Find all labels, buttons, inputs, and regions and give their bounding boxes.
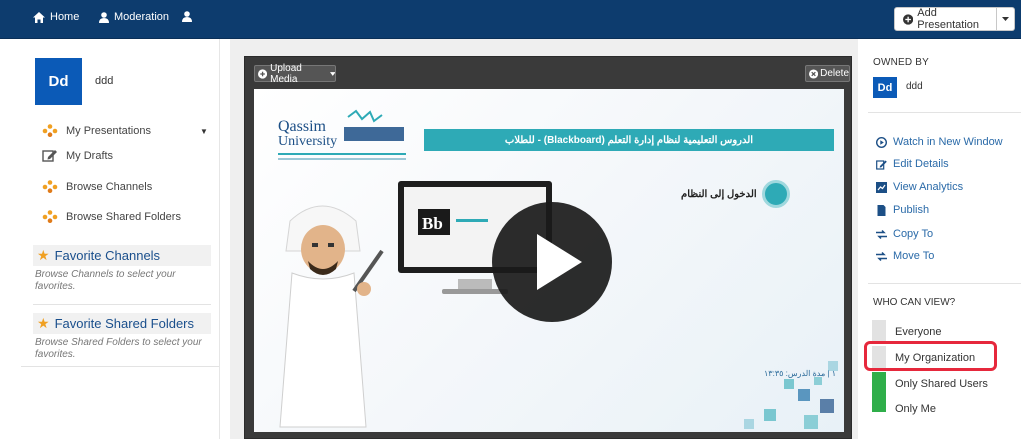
presentations-icon (42, 124, 58, 137)
visibility-option-shared-users-indicator[interactable] (872, 372, 886, 412)
star-icon: ★ (37, 315, 50, 331)
plus-circle-icon (903, 13, 914, 25)
university-emblem: Qassim University (278, 109, 406, 160)
profile-link[interactable] (182, 11, 192, 22)
favorite-channels-label: Favorite Channels (54, 248, 161, 263)
action-label: Move To (893, 250, 935, 262)
home-icon (33, 11, 45, 23)
publish-icon (877, 204, 886, 216)
university-logo: Qassim University (278, 109, 408, 169)
copy-icon (876, 229, 887, 239)
svg-text:University: University (278, 134, 337, 149)
sidebar-item-label: Browse Shared Folders (66, 210, 181, 223)
sidebar-item-label: My Drafts (66, 149, 114, 162)
owner-name: ddd (906, 81, 923, 92)
sidebar-item-label: My Presentations (66, 124, 151, 137)
close-circle-icon (809, 68, 819, 79)
moderation-link[interactable]: Moderation (99, 11, 169, 23)
action-label: Copy To (893, 228, 934, 240)
add-presentation-dropdown[interactable] (997, 7, 1015, 31)
plus-circle-icon (258, 68, 268, 79)
action-label: Publish (893, 204, 930, 216)
chart-icon (876, 181, 887, 193)
home-link[interactable]: Home (33, 11, 79, 23)
sidebar-item-my-drafts[interactable]: My Drafts (42, 149, 113, 162)
folders-icon (42, 210, 58, 223)
edit-details-link[interactable]: Edit Details (876, 158, 949, 170)
favorite-folders-section: ★ Favorite Shared Folders Browse Shared F… (33, 313, 211, 364)
play-circle-icon (876, 136, 887, 148)
upload-media-label: Upload Media (270, 62, 302, 85)
action-label: Edit Details (893, 158, 949, 170)
move-to-link[interactable]: Move To (876, 250, 934, 262)
favorite-folders-label: Favorite Shared Folders (54, 316, 195, 331)
view-analytics-link[interactable]: View Analytics (876, 181, 963, 193)
action-label: Watch in New Window (893, 136, 1003, 148)
sidebar-item-my-presentations[interactable]: My Presentations (42, 124, 151, 137)
top-nav-bar: Home Moderation (0, 0, 1021, 39)
user-icon (99, 11, 109, 23)
favorite-channels-section: ★ Favorite Channels Browse Channels to se… (33, 245, 211, 296)
divider (868, 283, 1021, 284)
svg-text:Bb: Bb (422, 214, 443, 233)
divider (868, 112, 1021, 113)
divider (33, 304, 211, 305)
moderation-label: Moderation (114, 11, 170, 23)
annotation-highlight (864, 341, 997, 371)
favorite-channels-desc: Browse Channels to select your favorites… (35, 269, 176, 292)
channels-icon (42, 180, 58, 193)
delete-label: Delete (820, 68, 849, 79)
upload-media-button[interactable]: Upload Media (254, 62, 336, 85)
video-thumbnail: Qassim University الدروس التعليمية لنظام… (254, 89, 844, 432)
sidebar-item-label: Browse Channels (66, 180, 153, 193)
favorite-folders-desc: Browse Shared Folders to select your fav… (35, 337, 202, 360)
sidebar-item-browse-channels[interactable]: Browse Channels (42, 180, 152, 193)
delete-button[interactable]: Delete (805, 65, 850, 82)
home-label: Home (50, 11, 80, 23)
play-icon (492, 202, 612, 322)
owned-by-label: OWNED BY (873, 57, 930, 68)
visibility-option-everyone-indicator[interactable] (872, 320, 886, 342)
slide-title: الدروس التعليمية لنظام إدارة التعلم (Bla… (424, 129, 834, 151)
who-can-view-label: WHO CAN VIEW? (873, 297, 956, 308)
watch-in-new-window-link[interactable]: Watch in New Window (876, 136, 1003, 148)
caret-down-icon (329, 71, 336, 76)
favorite-folders-title[interactable]: ★ Favorite Shared Folders (33, 313, 211, 334)
sidebar-item-browse-shared-folders[interactable]: Browse Shared Folders (42, 210, 181, 223)
edit-icon (42, 150, 57, 162)
svg-text:Qassim: Qassim (278, 118, 327, 135)
presenter-illustration (272, 191, 392, 431)
user-icon (182, 11, 192, 22)
star-icon: ★ (37, 247, 50, 263)
slide-subtitle: الدخول إلى النظام (681, 189, 757, 200)
move-icon (876, 251, 887, 261)
visibility-option-everyone[interactable]: Everyone (895, 326, 941, 338)
owner-avatar: Dd (873, 77, 897, 98)
visibility-option-only-me[interactable]: Only Me (895, 403, 936, 415)
action-label: View Analytics (893, 181, 964, 193)
edit-icon (876, 159, 887, 170)
publish-link[interactable]: Publish (876, 204, 929, 216)
caret-down-icon (1002, 17, 1009, 21)
divider (21, 366, 219, 367)
visibility-option-only-shared-users[interactable]: Only Shared Users (895, 378, 988, 390)
slide-user-badge-icon (762, 180, 790, 208)
add-presentation-button[interactable]: Add Presentation (894, 7, 997, 31)
user-name: ddd (95, 75, 114, 87)
copy-to-link[interactable]: Copy To (876, 228, 933, 240)
add-presentation-label: Add Presentation (917, 7, 980, 31)
play-button[interactable] (492, 202, 612, 322)
user-avatar: Dd (35, 58, 82, 105)
favorite-channels-title[interactable]: ★ Favorite Channels (33, 245, 211, 266)
decorative-squares (744, 361, 838, 429)
chevron-down-icon[interactable]: ▼ (200, 127, 208, 136)
